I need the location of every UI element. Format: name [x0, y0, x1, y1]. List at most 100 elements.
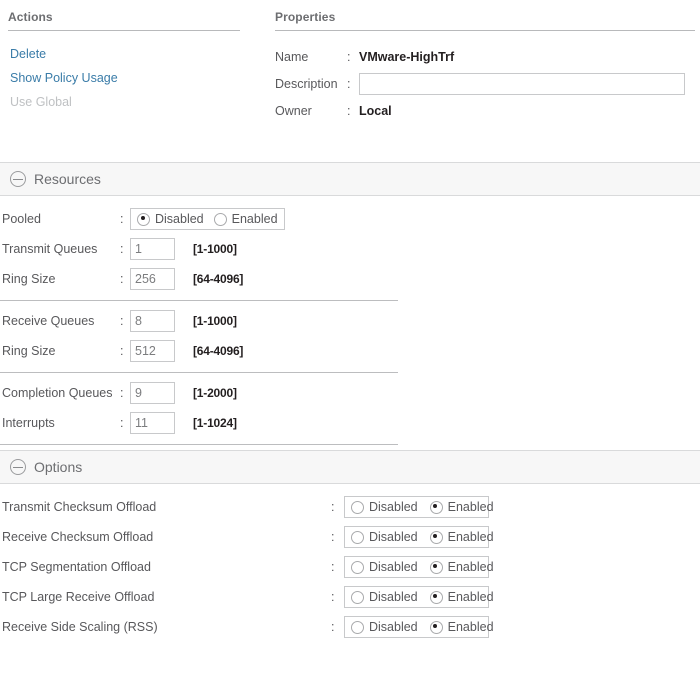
options-section-header[interactable]: Options [0, 450, 700, 484]
receive-side-scaling-radio-enabled[interactable]: Enabled [429, 620, 494, 634]
tcp-segmentation-offload-disabled-label: Disabled [369, 560, 418, 574]
minus-circle-icon[interactable] [10, 459, 26, 475]
resource-row-transmit-ring-size: Ring Size : [64-4096] [0, 264, 700, 294]
transmit-checksum-offload-radio-enabled[interactable]: Enabled [429, 500, 494, 514]
tcp-large-receive-offload-disabled-label: Disabled [369, 590, 418, 604]
interrupts-label: Interrupts [2, 416, 55, 430]
transmit-checksum-offload-enabled-label: Enabled [447, 500, 494, 514]
transmit-queues-input[interactable] [130, 238, 175, 260]
properties-panel-title: Properties [275, 10, 336, 24]
resource-row-pooled: Pooled : Disabled Enabled [0, 204, 700, 234]
transmit-queues-colon: : [120, 242, 124, 256]
option-row-tcp-segmentation-offload: TCP Segmentation Offload : Disabled Enab… [0, 552, 700, 582]
tcp-large-receive-offload-colon: : [331, 590, 335, 604]
pooled-radio-disabled[interactable]: Disabled [137, 212, 204, 226]
transmit-checksum-offload-radio-disabled[interactable]: Disabled [351, 500, 418, 514]
radio-dot-icon [429, 500, 443, 514]
radio-dot-icon [429, 620, 443, 634]
tcp-segmentation-offload-radio-disabled[interactable]: Disabled [351, 560, 418, 574]
transmit-ring-size-colon: : [120, 272, 124, 286]
options-section-title: Options [34, 459, 83, 475]
completion-queues-input[interactable] [130, 382, 175, 404]
option-row-tcp-large-receive-offload: TCP Large Receive Offload : Disabled Ena… [0, 582, 700, 612]
pooled-radio-enabled[interactable]: Enabled [213, 212, 278, 226]
pooled-label: Pooled [2, 212, 41, 226]
radio-dot-icon [351, 590, 364, 604]
pooled-colon: : [120, 212, 124, 226]
receive-checksum-offload-radio-enabled[interactable]: Enabled [429, 530, 494, 544]
receive-queues-range: [1-1000] [193, 314, 237, 328]
resources-section-title: Resources [34, 171, 101, 187]
transmit-queues-label: Transmit Queues [2, 242, 98, 256]
tcp-segmentation-offload-label: TCP Segmentation Offload [2, 560, 151, 574]
receive-queues-colon: : [120, 314, 124, 328]
receive-ring-size-input[interactable] [130, 340, 175, 362]
transmit-checksum-offload-colon: : [331, 500, 335, 514]
resource-row-transmit-queues: Transmit Queues : [1-1000] [0, 234, 700, 264]
resource-row-completion-queues: Completion Queues : [1-2000] [0, 378, 700, 408]
tcp-segmentation-offload-radio-group[interactable]: Disabled Enabled [344, 556, 494, 578]
receive-checksum-offload-radio-disabled[interactable]: Disabled [351, 530, 418, 544]
tcp-large-receive-offload-label: TCP Large Receive Offload [2, 590, 155, 604]
tcp-large-receive-offload-radio-disabled[interactable]: Disabled [351, 590, 418, 604]
property-row-description: Description : [275, 70, 695, 97]
interrupts-input[interactable] [130, 412, 175, 434]
radio-dot-icon [429, 590, 443, 604]
option-row-receive-side-scaling: Receive Side Scaling (RSS) : Disabled En… [0, 612, 700, 642]
completion-queues-label: Completion Queues [2, 386, 113, 400]
name-value: VMware-HighTrf [359, 49, 455, 64]
transmit-checksum-offload-label: Transmit Checksum Offload [2, 500, 157, 514]
name-colon: : [347, 49, 351, 64]
option-row-transmit-checksum-offload: Transmit Checksum Offload : Disabled Ena… [0, 492, 700, 522]
tcp-large-receive-offload-radio-enabled[interactable]: Enabled [429, 590, 494, 604]
actions-panel-divider [8, 30, 240, 31]
receive-queues-input[interactable] [130, 310, 175, 332]
description-input[interactable] [359, 72, 685, 95]
interrupts-colon: : [120, 416, 124, 430]
radio-dot-icon [351, 620, 364, 634]
resource-row-interrupts: Interrupts : [1-1024] [0, 408, 700, 438]
radio-dot-icon [429, 560, 443, 574]
minus-circle-icon[interactable] [10, 171, 26, 187]
delete-action-link[interactable]: Delete [8, 43, 240, 67]
owner-value: Local [359, 103, 392, 118]
description-label: Description [275, 76, 338, 91]
transmit-ring-size-input[interactable] [130, 268, 175, 290]
tcp-large-receive-offload-radio-group[interactable]: Disabled Enabled [344, 586, 494, 608]
receive-side-scaling-radio-disabled[interactable]: Disabled [351, 620, 418, 634]
name-label: Name [275, 49, 309, 64]
resources-section-body: Pooled : Disabled Enabled Transmit Queue… [0, 196, 700, 445]
radio-dot-icon [137, 212, 150, 226]
properties-panel: Properties Name : VMware-HighTrf Descrip… [275, 10, 695, 124]
resource-row-receive-queues: Receive Queues : [1-1000] [0, 306, 700, 336]
transmit-ring-size-range: [64-4096] [193, 272, 244, 286]
resources-group-divider [0, 300, 398, 301]
property-row-owner: Owner : Local [275, 97, 695, 124]
resources-group-divider [0, 372, 398, 373]
actions-link-list: Delete Show Policy Usage Use Global [8, 43, 240, 115]
options-section-body: Transmit Checksum Offload : Disabled Ena… [0, 484, 700, 642]
receive-ring-size-range: [64-4096] [193, 344, 244, 358]
resources-section-header[interactable]: Resources [0, 162, 700, 196]
receive-side-scaling-radio-group[interactable]: Disabled Enabled [344, 616, 494, 638]
receive-checksum-offload-radio-group[interactable]: Disabled Enabled [344, 526, 494, 548]
show-policy-usage-action-link[interactable]: Show Policy Usage [8, 67, 240, 91]
top-panels: Actions Delete Show Policy Usage Use Glo… [0, 0, 700, 124]
radio-dot-icon [351, 500, 364, 514]
option-row-receive-checksum-offload: Receive Checksum Offload : Disabled Enab… [0, 522, 700, 552]
use-global-action-link: Use Global [10, 95, 72, 109]
transmit-checksum-offload-radio-group[interactable]: Disabled Enabled [344, 496, 494, 518]
pooled-radio-enabled-label: Enabled [231, 212, 278, 226]
radio-dot-icon [429, 530, 443, 544]
radio-dot-icon [351, 560, 364, 574]
resources-group-divider [0, 444, 398, 445]
pooled-radio-group[interactable]: Disabled Enabled [130, 208, 285, 230]
properties-panel-divider [275, 30, 695, 31]
radio-dot-icon [351, 530, 364, 544]
interrupts-range: [1-1024] [193, 416, 237, 430]
receive-side-scaling-disabled-label: Disabled [369, 620, 418, 634]
tcp-segmentation-offload-radio-enabled[interactable]: Enabled [429, 560, 494, 574]
radio-dot-icon [213, 212, 227, 226]
transmit-checksum-offload-disabled-label: Disabled [369, 500, 418, 514]
pooled-radio-disabled-label: Disabled [155, 212, 204, 226]
